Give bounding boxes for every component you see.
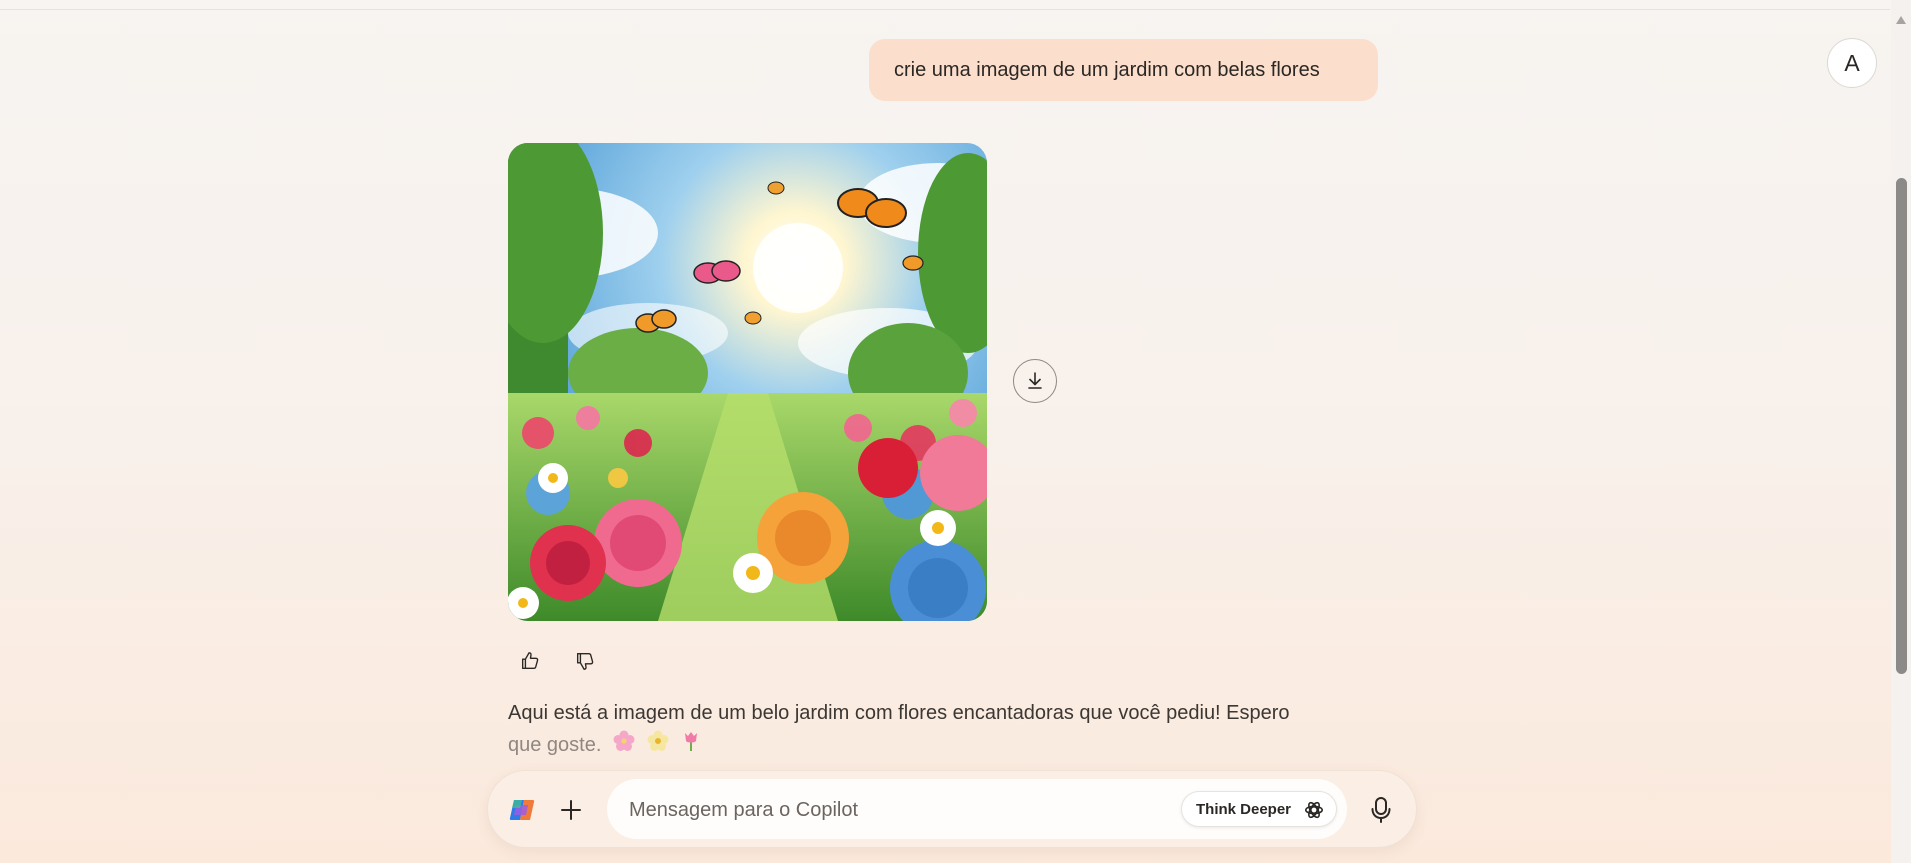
download-image-button[interactable] [1013,359,1057,403]
user-message-bubble: crie uma imagem de um jardim com belas f… [869,39,1378,101]
garden-illustration [508,143,987,621]
generated-garden-image[interactable] [508,143,987,621]
thumbs-down-icon [576,652,594,670]
assistant-reply: Aqui está a imagem de um belo jardim com… [508,697,1368,762]
assistant-reply-line-2: que goste. [508,729,1368,762]
thumbs-up-button[interactable] [514,645,546,677]
plus-icon [561,800,581,820]
think-deeper-button[interactable]: Think Deeper [1181,791,1337,827]
think-deeper-icon [1305,801,1323,819]
scrollbar[interactable] [1891,0,1911,863]
user-avatar[interactable]: A [1827,38,1877,88]
message-input[interactable] [627,794,1151,826]
scrollbar-thumb[interactable] [1896,178,1907,674]
scroll-up-arrow-icon[interactable] [1896,16,1906,24]
top-edge [0,0,1890,10]
microphone-button[interactable] [1366,794,1396,826]
copilot-logo-icon[interactable] [508,796,536,824]
blossom-emoji [647,730,669,762]
assistant-reply-line-1: Aqui está a imagem de um belo jardim com… [508,702,1290,724]
tulip-emoji [680,730,702,762]
think-deeper-label: Think Deeper [1196,800,1292,818]
microphone-icon [1371,797,1391,823]
download-icon [1028,372,1042,389]
user-message-text: crie uma imagem de um jardim com belas f… [894,58,1320,81]
thumbs-down-button[interactable] [569,645,601,677]
add-attachment-button[interactable] [556,795,586,825]
cherry-blossom-emoji [613,730,635,762]
thumbs-up-icon [521,652,539,670]
assistant-reply-line-2-text: que goste. [508,734,602,756]
